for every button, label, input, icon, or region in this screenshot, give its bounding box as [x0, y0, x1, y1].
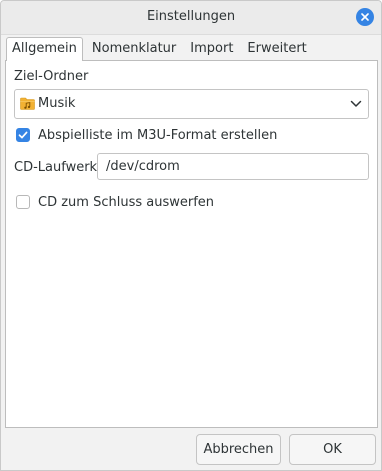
cancel-button[interactable]: Abbrechen: [196, 434, 281, 465]
eject-option[interactable]: CD zum Schluss auswerfen: [16, 194, 214, 210]
dialog-title: Einstellungen: [146, 9, 236, 24]
tab-nomenklatur[interactable]: Nomenklatur: [87, 38, 181, 60]
close-button[interactable]: [356, 8, 374, 26]
tab-import[interactable]: Import: [185, 38, 238, 60]
target-folder-value: Musik: [38, 96, 76, 111]
tab-erweitert[interactable]: Erweitert: [242, 38, 311, 60]
playlist-label: Abspielliste im M3U-Format erstellen: [38, 127, 278, 143]
target-folder-dropdown[interactable]: Musik: [14, 89, 369, 119]
close-icon: [361, 13, 369, 21]
playlist-checkbox[interactable]: [16, 128, 30, 142]
preferences-dialog: Einstellungen Allgemein Nomenklatur Impo…: [0, 0, 382, 471]
cd-drive-input[interactable]: [97, 153, 369, 180]
playlist-option[interactable]: Abspielliste im M3U-Format erstellen: [16, 127, 277, 143]
title-bar: Einstellungen: [1, 1, 381, 35]
target-folder-label: Ziel-Ordner: [14, 69, 89, 84]
general-panel: Ziel-Ordner Musik Abspielliste im M3U-Fo…: [5, 60, 378, 428]
checkmark-icon: [18, 131, 28, 139]
eject-label: CD zum Schluss auswerfen: [38, 194, 215, 210]
chevron-down-icon: [350, 100, 362, 107]
tab-bar: Allgemein Nomenklatur Import Erweitert: [6, 37, 316, 61]
tab-allgemein[interactable]: Allgemein: [6, 37, 83, 61]
ok-button[interactable]: OK: [289, 434, 376, 465]
music-folder-icon: [20, 97, 35, 110]
cd-drive-label: CD-Laufwerk:: [14, 160, 102, 175]
eject-checkbox[interactable]: [16, 195, 30, 209]
